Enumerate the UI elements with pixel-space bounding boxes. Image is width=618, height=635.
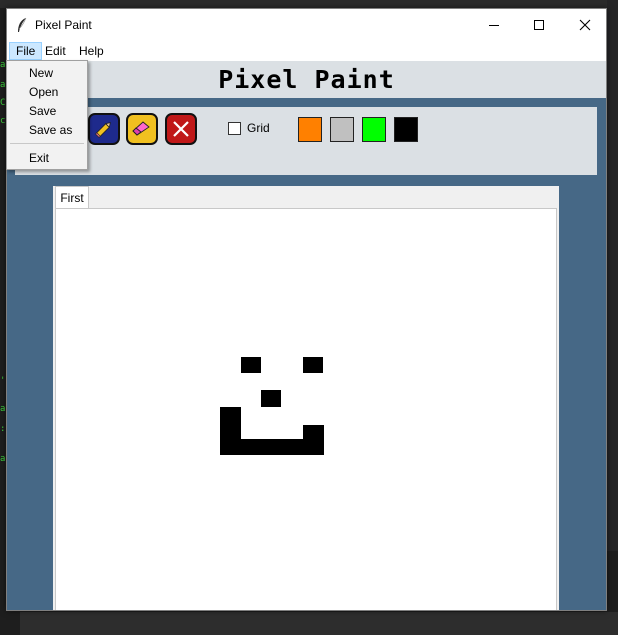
terminal-char: : (0, 424, 6, 434)
pencil-button[interactable] (88, 113, 120, 145)
menu-help[interactable]: Help (73, 42, 110, 60)
grid-checkbox[interactable] (228, 122, 241, 135)
color-swatch-green[interactable] (362, 117, 386, 142)
color-swatch-black[interactable] (394, 117, 418, 142)
terminal-char: a (0, 80, 6, 90)
close-button[interactable] (562, 9, 606, 41)
menu-file[interactable]: File (9, 42, 43, 60)
canvas-notebook: First (53, 186, 559, 610)
maximize-button[interactable] (516, 9, 562, 41)
tab-first[interactable]: First (55, 186, 89, 208)
terminal-char: c (0, 116, 6, 126)
menu-item-exit[interactable]: Exit (29, 151, 49, 165)
close-icon (579, 19, 591, 31)
title-bar[interactable]: Pixel Paint (7, 9, 606, 41)
header-band: Pixel Paint (7, 61, 606, 98)
toolbar: Grid (15, 107, 597, 175)
eraser-icon (132, 121, 150, 136)
file-menu-dropdown: New Open Save Save as Exit (6, 60, 88, 170)
canvas-pixel (303, 357, 323, 373)
app-window: Pixel Paint File Edit Help Pixel Paint G… (6, 8, 607, 611)
client-area: Pixel Paint Grid First (7, 61, 606, 610)
menu-bar: File Edit Help (7, 41, 606, 61)
maximize-icon (534, 20, 544, 30)
menu-item-save[interactable]: Save (29, 104, 56, 118)
minimize-button[interactable] (471, 9, 517, 41)
terminal-char: a (0, 404, 6, 414)
menu-separator (10, 143, 84, 144)
canvas-pixel (261, 390, 281, 407)
minimize-icon (489, 25, 499, 26)
eraser-button[interactable] (126, 113, 158, 145)
canvas-pixel (303, 425, 324, 455)
terminal-char: C (0, 98, 6, 108)
drawing-canvas[interactable] (55, 208, 557, 610)
canvas-pixel (241, 357, 261, 373)
desktop-right-strip (607, 0, 618, 635)
terminal-char: ' (0, 376, 6, 386)
canvas-pixel (241, 439, 303, 455)
grid-label: Grid (247, 121, 270, 135)
terminal-char: a (0, 60, 6, 70)
clear-button[interactable] (165, 113, 197, 145)
menu-item-save-as[interactable]: Save as (29, 123, 72, 137)
menu-edit[interactable]: Edit (39, 42, 72, 60)
desktop-taskbar-strip (20, 612, 618, 635)
color-swatch-orange[interactable] (298, 117, 322, 142)
canvas-pixel (220, 407, 241, 455)
color-swatch-gray[interactable] (330, 117, 354, 142)
feather-icon (18, 17, 27, 32)
terminal-char: a (0, 454, 6, 464)
page-title: Pixel Paint (218, 65, 395, 94)
menu-item-new[interactable]: New (29, 66, 53, 80)
pencil-icon (95, 122, 111, 138)
window-title: Pixel Paint (35, 18, 92, 32)
menu-item-open[interactable]: Open (29, 85, 58, 99)
clear-x-icon (173, 121, 189, 137)
desktop-top-strip (0, 0, 618, 8)
